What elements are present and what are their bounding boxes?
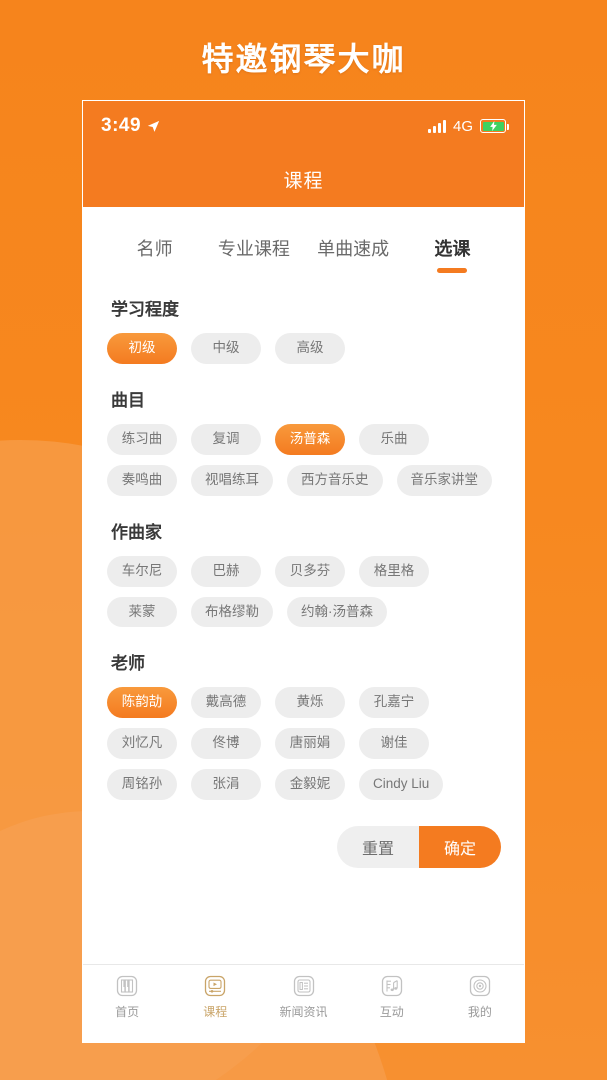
tab-zhuanyekecheng[interactable]: 专业课程 xyxy=(204,235,303,273)
chip-row: 初级 中级 高级 xyxy=(107,333,500,364)
chip-option[interactable]: 莱蒙 xyxy=(107,596,177,628)
tab-label: 专业课程 xyxy=(217,239,290,259)
tab-xuanke[interactable]: 选课 xyxy=(403,235,502,273)
music-note-icon xyxy=(381,975,402,997)
chip-option[interactable]: 贝多芬 xyxy=(275,555,345,587)
battery-charging-icon xyxy=(480,119,509,133)
nav-item-courses[interactable]: 课程 xyxy=(171,973,259,1042)
section-repertoire: 曲目 练习曲 复调 汤普森 乐曲 奏鸣曲 视唱练耳 西方音乐史 音乐家讲堂 xyxy=(107,386,500,496)
piano-keys-icon xyxy=(116,975,138,997)
video-play-icon xyxy=(205,975,226,997)
chip-option[interactable]: 约翰·汤普森 xyxy=(287,596,387,628)
chip-option[interactable]: 西方音乐史 xyxy=(287,464,383,496)
section-composer: 作曲家 车尔尼 巴赫 贝多芬 格里格 莱蒙 布格缪勒 约翰·汤普森 xyxy=(107,518,500,628)
chip-option[interactable]: 中级 xyxy=(191,333,261,364)
nav-label: 新闻资讯 xyxy=(279,1005,328,1019)
nav-label: 首页 xyxy=(115,1005,140,1019)
tab-active-underline xyxy=(437,268,468,273)
chip-option[interactable]: Cindy Liu xyxy=(359,769,444,800)
tab-strip: 名师 专业课程 单曲速成 选课 xyxy=(83,207,524,285)
chip-option[interactable]: 奏鸣曲 xyxy=(107,464,177,496)
bolt-icon xyxy=(489,121,497,131)
action-button-group: 重置 确定 xyxy=(337,826,501,868)
chip-row: 练习曲 复调 汤普森 乐曲 奏鸣曲 视唱练耳 西方音乐史 音乐家讲堂 xyxy=(107,423,500,496)
chip-option[interactable]: 陈韵劼 xyxy=(107,687,177,719)
chip-option[interactable]: 车尔尼 xyxy=(107,555,177,587)
chip-option[interactable]: 黄烁 xyxy=(275,687,345,719)
nav-label: 互动 xyxy=(379,1005,404,1019)
chip-option[interactable]: 佟博 xyxy=(191,728,261,760)
chip-option[interactable]: 练习曲 xyxy=(107,423,177,455)
chip-option[interactable]: 格里格 xyxy=(359,555,429,587)
chip-option[interactable]: 乐曲 xyxy=(359,423,429,455)
reset-button[interactable]: 重置 xyxy=(337,826,419,868)
action-bar: 重置 确定 xyxy=(107,826,501,868)
status-time-text: 3:49 xyxy=(101,115,142,136)
chip-option[interactable]: 张涓 xyxy=(191,769,261,800)
section-teacher: 老师 陈韵劼 戴高德 黄烁 孔嘉宁 刘忆凡 佟博 唐丽娟 谢佳 周铭孙 张涓 金… xyxy=(107,649,500,800)
chip-option[interactable]: 初级 xyxy=(107,333,177,364)
chip-row: 陈韵劼 戴高德 黄烁 孔嘉宁 刘忆凡 佟博 唐丽娟 谢佳 周铭孙 张涓 金毅妮 … xyxy=(107,687,500,800)
nav-bar: 课程 xyxy=(83,151,524,207)
chip-option[interactable]: 谢佳 xyxy=(359,728,429,760)
chip-option[interactable]: 刘忆凡 xyxy=(107,728,177,760)
banner-title: 特邀钢琴大咖 xyxy=(201,41,406,77)
phone-frame: 3:49 4G 课程 名师 专业课程 单曲速成 选课 学习程度 初级 中级 高级… xyxy=(82,100,525,1043)
nav-item-interaction[interactable]: 互动 xyxy=(348,973,436,1042)
nav-item-profile[interactable]: 我的 xyxy=(436,973,524,1042)
section-title: 曲目 xyxy=(111,390,145,410)
status-time-group: 3:49 xyxy=(101,115,160,137)
nav-label: 课程 xyxy=(203,1005,228,1019)
page-title: 课程 xyxy=(283,170,324,192)
network-type-label: 4G xyxy=(452,117,473,135)
section-title: 作曲家 xyxy=(111,522,162,542)
section-study-level: 学习程度 初级 中级 高级 xyxy=(107,295,500,364)
section-title: 老师 xyxy=(111,654,145,674)
chip-option[interactable]: 戴高德 xyxy=(191,687,261,719)
section-title: 学习程度 xyxy=(111,300,179,319)
nav-item-news[interactable]: 新闻资讯 xyxy=(259,973,347,1042)
confirm-button[interactable]: 确定 xyxy=(419,826,501,868)
chip-option[interactable]: 布格缪勒 xyxy=(191,596,273,628)
status-indicators: 4G xyxy=(427,117,509,135)
chip-option[interactable]: 周铭孙 xyxy=(107,769,177,800)
chip-option[interactable]: 孔嘉宁 xyxy=(359,687,429,719)
status-bar: 3:49 4G xyxy=(83,101,524,151)
nav-item-home[interactable]: 首页 xyxy=(83,973,171,1042)
location-arrow-icon xyxy=(147,120,160,132)
nav-label: 我的 xyxy=(467,1005,492,1019)
chip-option[interactable]: 视唱练耳 xyxy=(191,464,273,496)
chip-option[interactable]: 高级 xyxy=(275,333,345,364)
chip-option[interactable]: 唐丽娟 xyxy=(275,728,345,760)
tab-label: 选课 xyxy=(434,239,471,259)
news-list-icon xyxy=(293,975,314,997)
disc-profile-icon xyxy=(469,975,491,997)
chip-option[interactable]: 巴赫 xyxy=(191,555,261,587)
chip-option[interactable]: 金毅妮 xyxy=(275,769,345,800)
tab-label: 名师 xyxy=(136,239,173,259)
tab-label: 单曲速成 xyxy=(317,239,390,259)
chip-option[interactable]: 汤普森 xyxy=(275,423,345,455)
tab-danqusucheng[interactable]: 单曲速成 xyxy=(304,235,403,273)
tab-mingshi[interactable]: 名师 xyxy=(105,235,204,273)
signal-bars-icon xyxy=(427,119,446,133)
chip-row: 车尔尼 巴赫 贝多芬 格里格 莱蒙 布格缪勒 约翰·汤普森 xyxy=(107,555,500,628)
chip-option[interactable]: 复调 xyxy=(191,423,261,455)
filter-content: 学习程度 初级 中级 高级 曲目 练习曲 复调 汤普森 乐曲 奏鸣曲 视唱练耳 … xyxy=(83,285,524,964)
bottom-navigation: 首页 课程 新闻资讯 互动 我的 xyxy=(83,964,524,1042)
chip-option[interactable]: 音乐家讲堂 xyxy=(396,464,492,496)
